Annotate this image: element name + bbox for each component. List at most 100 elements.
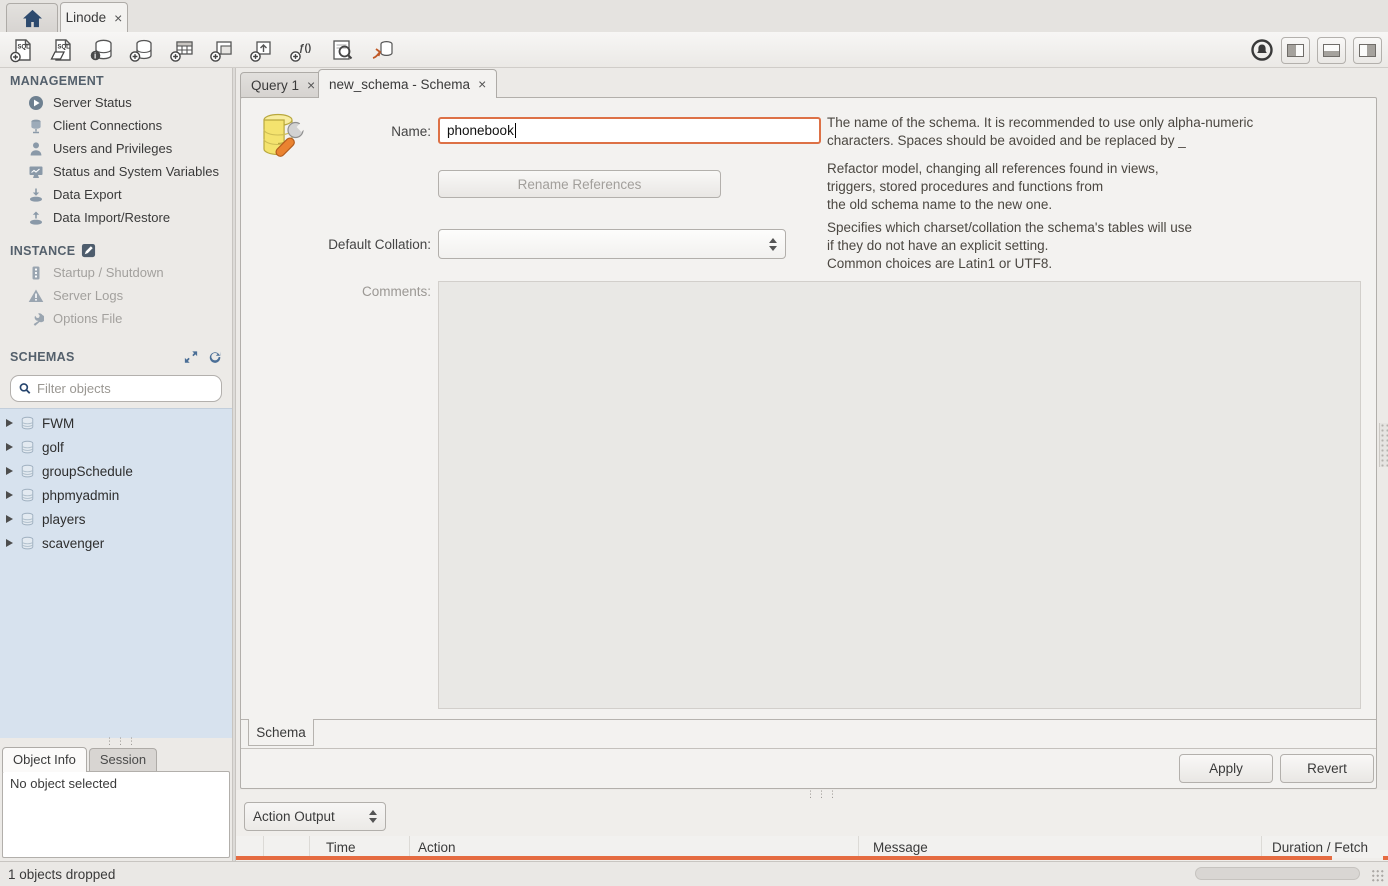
create-view-icon[interactable] bbox=[208, 36, 236, 64]
collation-dropdown[interactable] bbox=[438, 229, 786, 259]
schema-row-phpmyadmin[interactable]: phpmyadmin bbox=[0, 483, 232, 507]
expander-icon[interactable] bbox=[6, 419, 13, 427]
home-icon bbox=[22, 9, 43, 28]
schema-name-value: phonebook bbox=[447, 123, 514, 138]
schema-label: phpmyadmin bbox=[42, 488, 119, 503]
create-function-icon[interactable]: ƒ() bbox=[288, 36, 316, 64]
name-help-text: The name of the schema. It is recommende… bbox=[827, 114, 1372, 150]
footer-divider bbox=[241, 748, 1376, 749]
close-icon[interactable]: × bbox=[476, 77, 486, 91]
output-area: ⋮⋮⋮ Action Output Time Action Message Du… bbox=[236, 790, 1388, 861]
schema-icon bbox=[20, 440, 35, 455]
sidebar-item-label: Data Import/Restore bbox=[53, 210, 170, 225]
sidebar-item-options-file[interactable]: Options File bbox=[0, 307, 232, 330]
create-schema-icon[interactable] bbox=[128, 36, 156, 64]
sidebar-item-label: Options File bbox=[53, 311, 122, 326]
object-info-panel: No object selected bbox=[2, 771, 230, 858]
open-sql-script-icon[interactable]: SQL bbox=[48, 36, 76, 64]
sidebar-item-label: Server Logs bbox=[53, 288, 123, 303]
schema-row-groupSchedule[interactable]: groupSchedule bbox=[0, 459, 232, 483]
rename-references-button[interactable]: Rename References bbox=[438, 170, 721, 198]
schema-icon bbox=[20, 416, 35, 431]
reconnect-db-icon[interactable] bbox=[368, 36, 396, 64]
collation-label: Default Collation: bbox=[241, 237, 431, 252]
svg-text:i: i bbox=[94, 51, 96, 60]
col-index bbox=[264, 836, 310, 858]
sidebar-main-splitter[interactable] bbox=[232, 68, 236, 861]
expander-icon[interactable] bbox=[6, 467, 13, 475]
create-table-icon[interactable] bbox=[168, 36, 196, 64]
schema-row-scavenger[interactable]: scavenger bbox=[0, 531, 232, 555]
col-status bbox=[236, 836, 264, 858]
schema-inspector-icon[interactable]: i bbox=[88, 36, 116, 64]
sidebar-item-startup-shutdown[interactable]: Startup / Shutdown bbox=[0, 261, 232, 284]
instance-section-title: INSTANCE bbox=[0, 229, 232, 261]
search-data-icon[interactable] bbox=[328, 36, 356, 64]
expander-icon[interactable] bbox=[6, 539, 13, 547]
splitter-grip: ⋮⋮⋮ bbox=[105, 740, 138, 743]
tab-label: new_schema - Schema bbox=[329, 77, 470, 92]
notifications-icon[interactable] bbox=[1250, 38, 1274, 62]
col-time: Time bbox=[310, 836, 410, 858]
col-message: Message bbox=[859, 836, 1262, 858]
sidebar-item-status-variables[interactable]: Status and System Variables bbox=[0, 160, 232, 183]
create-procedure-icon[interactable] bbox=[248, 36, 276, 64]
schema-filter bbox=[10, 375, 222, 402]
revert-button[interactable]: Revert bbox=[1280, 754, 1374, 783]
output-splitter-grip[interactable]: ⋮⋮⋮ bbox=[806, 789, 839, 800]
tab-session[interactable]: Session bbox=[89, 748, 157, 772]
home-tab[interactable] bbox=[6, 3, 58, 32]
expander-icon[interactable] bbox=[6, 515, 13, 523]
tab-object-info[interactable]: Object Info bbox=[2, 747, 87, 772]
spinner-icon bbox=[769, 238, 777, 251]
collation-help-text: Specifies which charset/collation the sc… bbox=[827, 219, 1372, 272]
schema-icon bbox=[20, 488, 35, 503]
sidebar-item-data-export[interactable]: Data Export bbox=[0, 183, 232, 206]
toggle-left-panel-icon[interactable] bbox=[1281, 37, 1310, 64]
schema-label: scavenger bbox=[42, 536, 104, 551]
close-icon[interactable]: × bbox=[305, 78, 315, 92]
resize-grip[interactable] bbox=[1371, 869, 1385, 883]
expander-icon[interactable] bbox=[6, 491, 13, 499]
expander-icon[interactable] bbox=[6, 443, 13, 451]
sidebar-item-client-connections[interactable]: Client Connections bbox=[0, 114, 232, 137]
schema-row-players[interactable]: players bbox=[0, 507, 232, 531]
horizontal-scrollbar-thumb[interactable] bbox=[1195, 867, 1360, 880]
tab-schema-bottom[interactable]: Schema bbox=[248, 719, 314, 746]
schema-row-FWM[interactable]: FWM bbox=[0, 411, 232, 435]
tab-query-1[interactable]: Query 1 × bbox=[240, 72, 326, 98]
sidebar-item-server-logs[interactable]: Server Logs bbox=[0, 284, 232, 307]
sidebar-item-server-status[interactable]: Server Status bbox=[0, 91, 232, 114]
action-output-label: Action Output bbox=[253, 809, 335, 824]
toggle-bottom-panel-icon[interactable] bbox=[1317, 37, 1346, 64]
comments-label: Comments: bbox=[241, 284, 431, 299]
output-accent-line-right bbox=[1383, 856, 1388, 860]
col-duration: Duration / Fetch bbox=[1262, 836, 1388, 858]
edit-instance-icon[interactable] bbox=[81, 243, 96, 258]
tab-new-schema[interactable]: new_schema - Schema × bbox=[318, 69, 497, 98]
new-sql-tab-icon[interactable]: SQL bbox=[8, 36, 36, 64]
sidebar-item-users-privileges[interactable]: Users and Privileges bbox=[0, 137, 232, 160]
schema-row-golf[interactable]: golf bbox=[0, 435, 232, 459]
refresh-icon[interactable] bbox=[208, 350, 222, 364]
schema-filter-input[interactable] bbox=[37, 381, 213, 396]
sidebar-item-data-import[interactable]: Data Import/Restore bbox=[0, 206, 232, 229]
schema-name-input[interactable]: phonebook bbox=[438, 117, 821, 144]
status-text: 1 objects dropped bbox=[8, 867, 115, 882]
export-icon bbox=[28, 187, 44, 203]
apply-button[interactable]: Apply bbox=[1179, 754, 1273, 783]
management-section-title: MANAGEMENT bbox=[0, 68, 232, 91]
toggle-right-panel-icon[interactable] bbox=[1353, 37, 1382, 64]
sidebar-item-label: Users and Privileges bbox=[53, 141, 172, 156]
expand-icon[interactable] bbox=[184, 350, 198, 364]
action-output-select[interactable]: Action Output bbox=[244, 802, 386, 831]
main-toolbar: SQL SQL i ƒ() bbox=[0, 32, 1388, 68]
spinner-icon bbox=[369, 810, 377, 823]
close-icon[interactable]: × bbox=[112, 11, 122, 25]
navigator-sidebar: MANAGEMENT Server Status Client Connecti… bbox=[0, 68, 232, 861]
window-edge-grip[interactable] bbox=[1379, 423, 1388, 467]
schema-label: golf bbox=[42, 440, 64, 455]
connection-tab[interactable]: Linode × bbox=[60, 2, 128, 32]
sidebar-splitter[interactable]: ⋮⋮⋮ bbox=[0, 738, 232, 745]
comments-textarea[interactable] bbox=[438, 281, 1361, 709]
